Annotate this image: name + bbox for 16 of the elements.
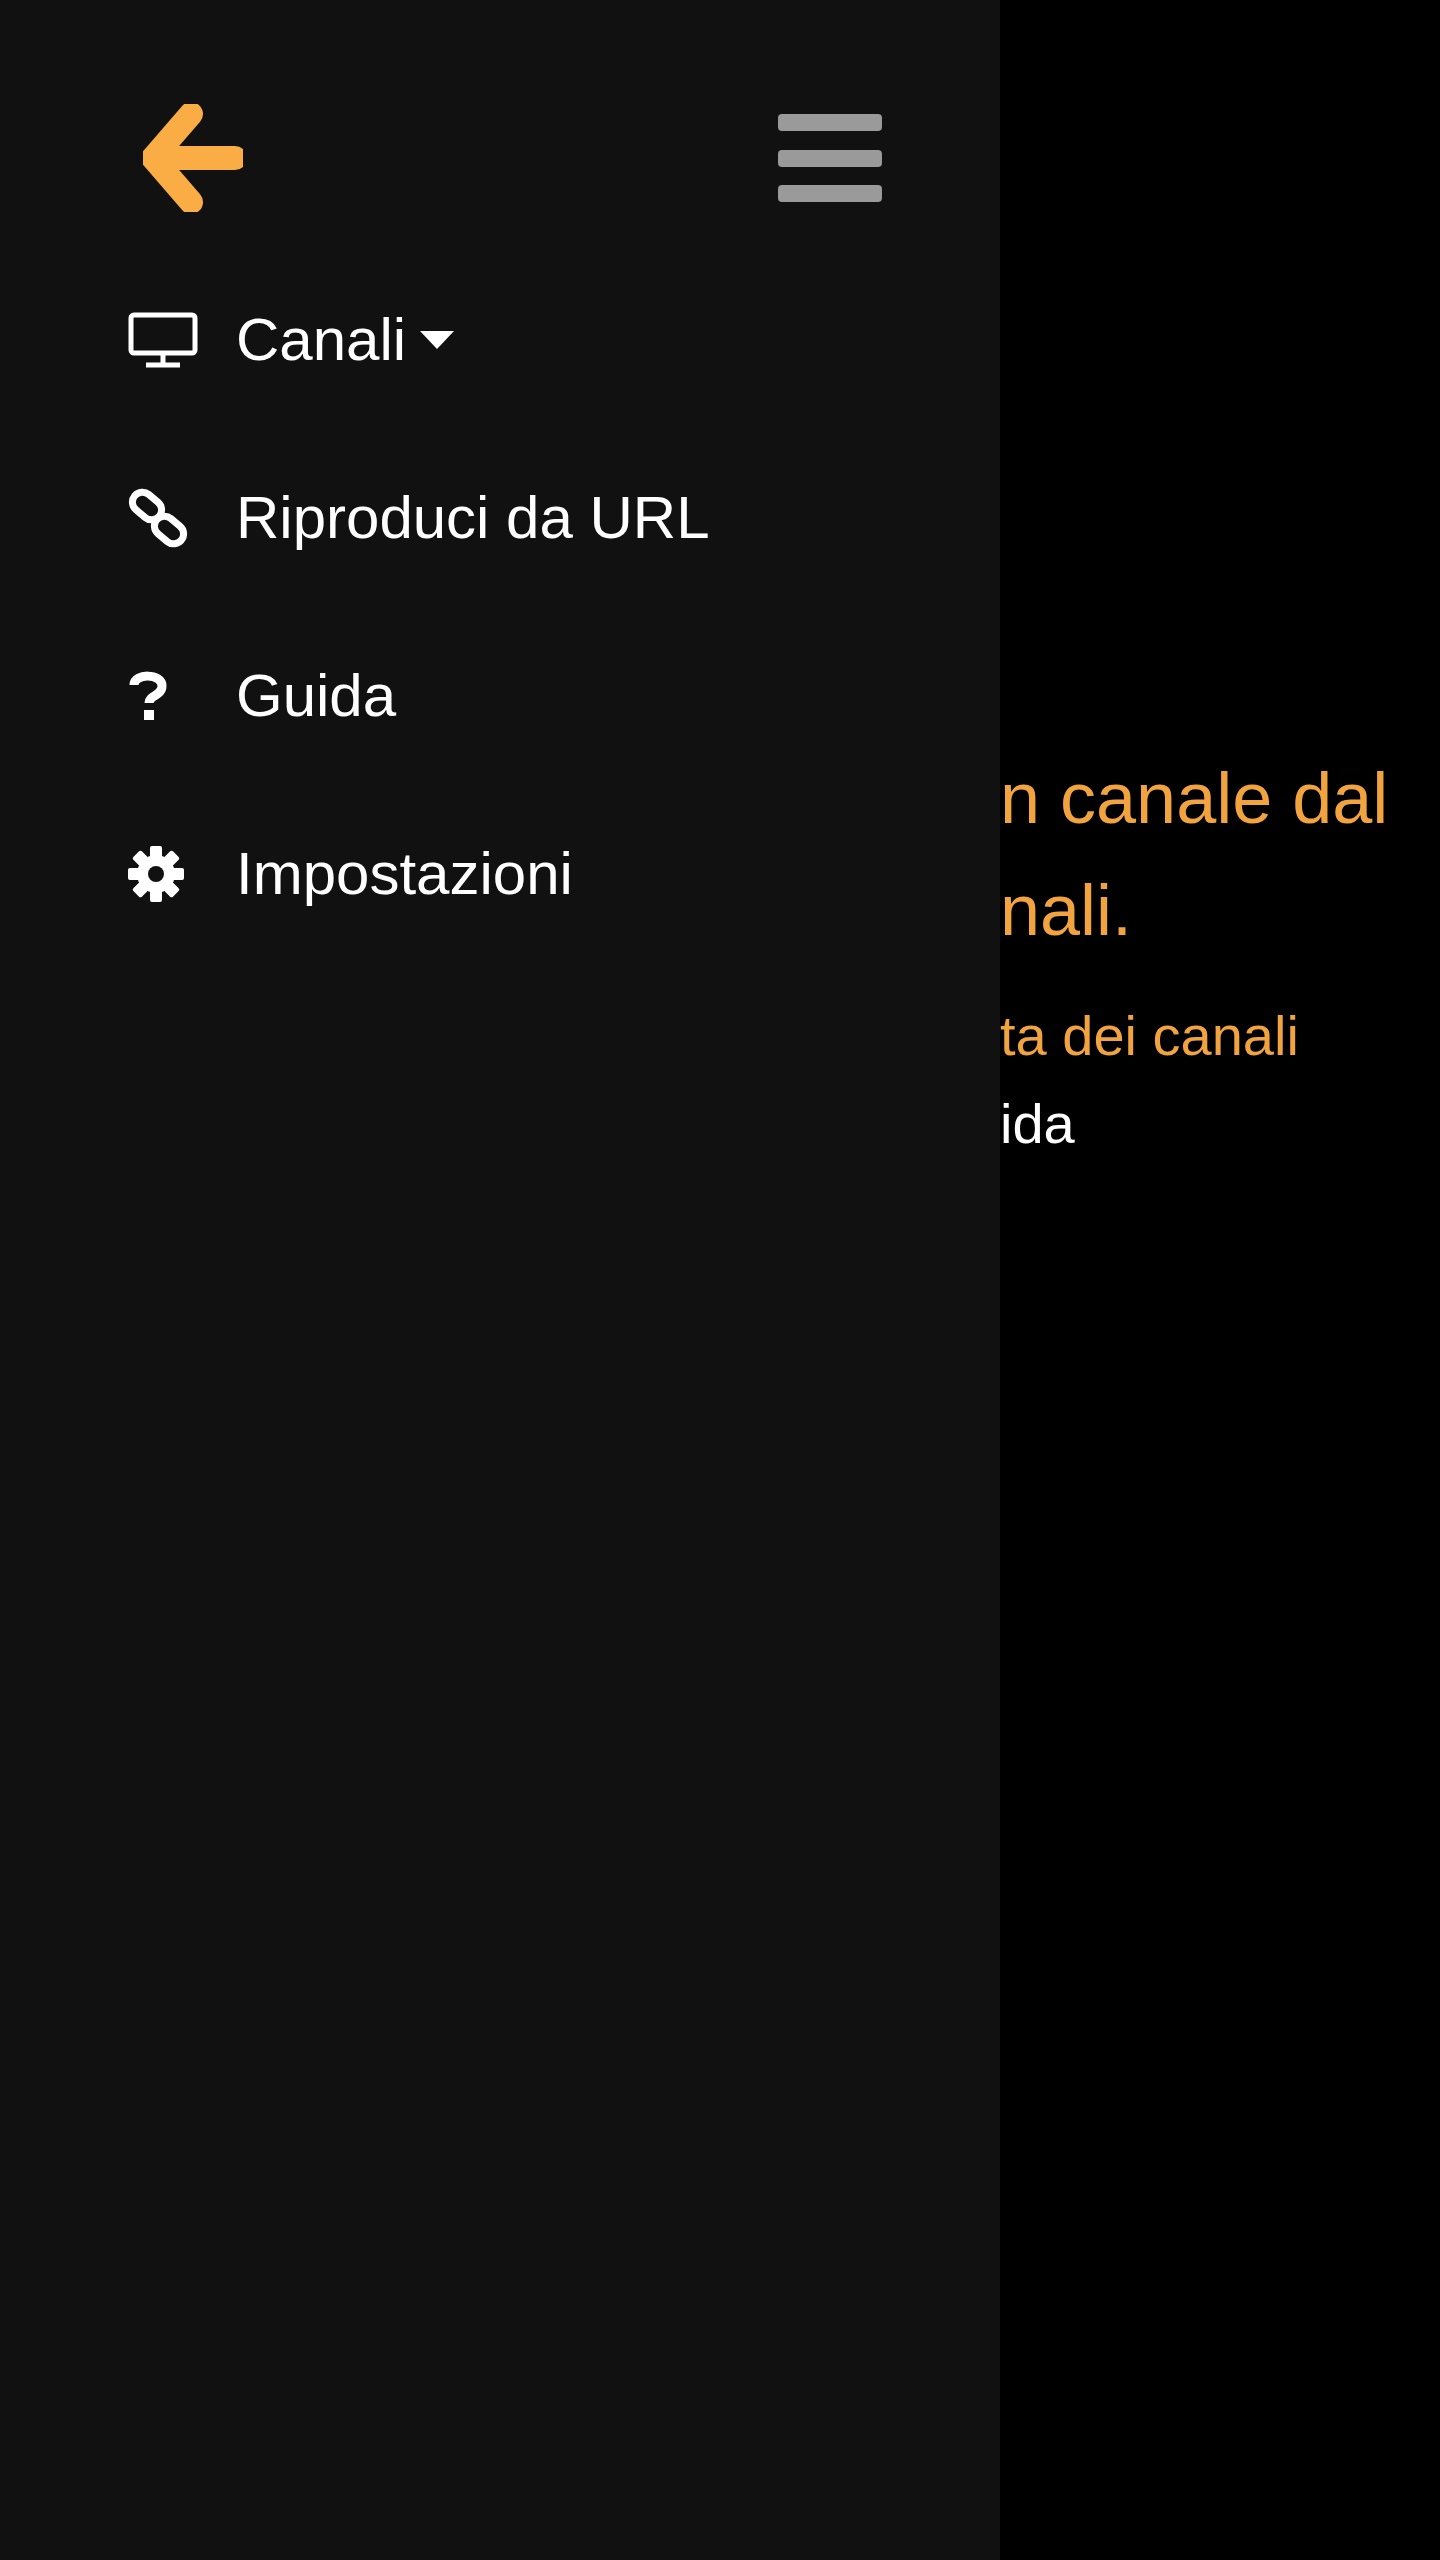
link[interactable]: ta dei canali (1000, 992, 1299, 1080)
question-mark-icon (128, 671, 168, 721)
link[interactable]: ida (1000, 1080, 1075, 1168)
menu-item[interactable]: Canali (236, 310, 457, 370)
settings-icon (128, 846, 184, 902)
message-text: nali. (1000, 869, 1133, 952)
message-text: n canale dal (1000, 757, 1389, 840)
monitor-icon (128, 312, 198, 368)
caret-icon (418, 329, 457, 351)
menu-item[interactable]: Guida (236, 666, 397, 726)
menu-item[interactable]: Impostazioni (236, 844, 573, 904)
back-button[interactable] (143, 104, 243, 212)
back-arrow-icon (143, 104, 243, 212)
link-icon (128, 488, 188, 548)
menu-item[interactable]: Riproduci da URL (236, 488, 710, 548)
menu-button[interactable] (778, 114, 882, 202)
